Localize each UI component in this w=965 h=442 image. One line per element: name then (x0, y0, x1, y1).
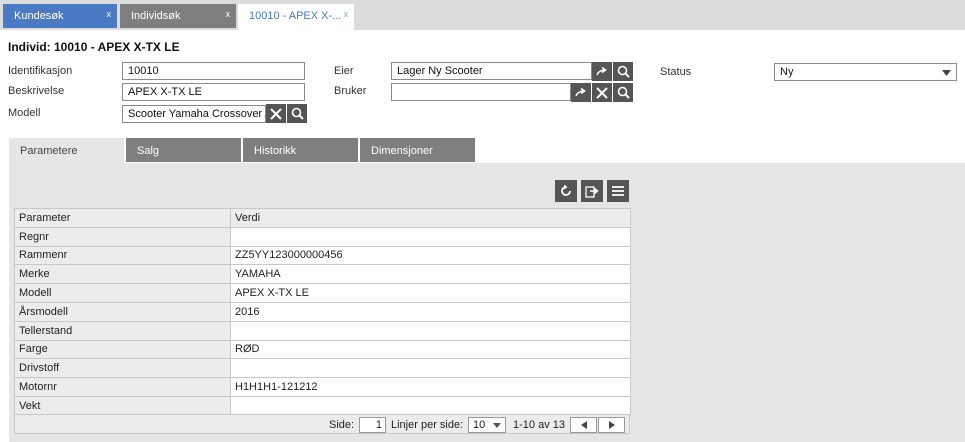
search-icon (617, 65, 630, 78)
identifikasjon-label: Identifikasjon (8, 65, 73, 77)
parameter-cell: Farge (14, 339, 231, 360)
tab-label: Kundesøk (14, 10, 64, 22)
table-row[interactable]: Årsmodell 2016 (14, 301, 631, 322)
parameter-cell: Rammenr (14, 245, 231, 266)
bruker-label: Bruker (334, 85, 367, 97)
eier-label: Eier (334, 65, 354, 77)
tab-parametere[interactable]: Parametere (9, 138, 124, 164)
close-icon (596, 86, 608, 99)
parameter-cell: Regnr (14, 226, 231, 247)
search-modell-button[interactable] (287, 104, 307, 123)
modell-field[interactable]: Scooter Yamaha Crossover A (122, 105, 266, 123)
parameter-table: Parameter Verdi Regnr Rammenr ZZ5YY123000… (14, 208, 631, 416)
arrow-right-icon (596, 66, 607, 75)
column-header-verdi[interactable]: Verdi (230, 208, 631, 228)
table-row[interactable]: Farge RØD (14, 339, 631, 360)
export-icon (585, 186, 599, 198)
value-cell[interactable]: H1H1H1-121212 (230, 377, 631, 397)
page-title: Individ: 10010 - APEX X-TX LE (8, 40, 180, 54)
eier-field[interactable]: Lager Ny Scooter (391, 62, 592, 80)
table-row[interactable]: Modell APEX X-TX LE (14, 283, 631, 303)
clear-bruker-button[interactable] (592, 83, 612, 102)
parameter-cell: Modell (14, 283, 231, 303)
status-select[interactable]: Ny (774, 63, 957, 81)
tab-individsok[interactable]: Individsøk x (120, 4, 236, 28)
page-number-input[interactable]: 1 (359, 417, 386, 433)
chevron-down-icon (493, 423, 501, 428)
status-value: Ny (780, 66, 794, 78)
value-cell[interactable] (230, 358, 631, 379)
chevron-left-icon (580, 421, 587, 429)
parameter-cell: Merke (14, 264, 231, 285)
table-row[interactable]: Rammenr ZZ5YY123000000456 (14, 245, 631, 266)
table-row[interactable]: Drivstoff (14, 358, 631, 379)
clear-modell-button[interactable] (266, 104, 286, 123)
beskrivelse-label: Beskrivelse (8, 85, 65, 97)
tab-salg[interactable]: Salg (126, 138, 241, 162)
parameter-cell: Tellerstand (14, 320, 231, 341)
value-cell[interactable] (230, 226, 631, 247)
search-icon (617, 86, 630, 99)
per-page-value: 10 (473, 419, 486, 431)
side-label: Side: (329, 419, 355, 431)
page-range: 1-10 av 13 (513, 419, 565, 431)
chevron-down-icon (942, 70, 951, 76)
close-icon[interactable]: x (107, 9, 112, 19)
value-cell[interactable]: YAMAHA (230, 264, 631, 285)
table-row[interactable]: Regnr (14, 226, 631, 247)
value-cell[interactable]: ZZ5YY123000000456 (230, 245, 631, 266)
per-page-label: Linjer per side: (391, 419, 464, 431)
table-row[interactable]: Merke YAMAHA (14, 264, 631, 285)
search-bruker-button[interactable] (613, 83, 633, 102)
next-page-button[interactable] (598, 417, 625, 433)
parameter-cell: Drivstoff (14, 358, 231, 379)
parameter-cell: Vekt (14, 395, 231, 416)
table-row[interactable]: Tellerstand (14, 320, 631, 341)
status-label: Status (660, 66, 692, 78)
tab-kundesok[interactable]: Kundesøk x (3, 4, 117, 28)
pager: Side: 1 Linjer per side: 10 1-10 av 13 (14, 414, 630, 434)
table-header-row: Parameter Verdi (14, 208, 631, 228)
value-cell[interactable]: APEX X-TX LE (230, 283, 631, 303)
tab-individ-10010[interactable]: 10010 - APEX X-... x (238, 4, 354, 30)
column-header-parameter[interactable]: Parameter (14, 208, 231, 228)
table-row[interactable]: Motornr H1H1H1-121212 (14, 377, 631, 397)
beskrivelse-field[interactable]: APEX X-TX LE (122, 83, 305, 101)
chevron-right-icon (608, 421, 615, 429)
tab-label: Individsøk (131, 10, 181, 22)
export-button[interactable] (581, 180, 603, 202)
per-page-select[interactable]: 10 (468, 417, 506, 433)
refresh-icon (561, 184, 571, 196)
close-icon[interactable]: x (344, 9, 349, 19)
parameter-cell: Motornr (14, 377, 231, 397)
value-cell[interactable] (230, 320, 631, 341)
value-cell[interactable] (230, 395, 631, 416)
search-eier-button[interactable] (613, 62, 633, 81)
arrow-right-icon (575, 87, 586, 96)
search-icon (291, 107, 304, 120)
menu-icon (612, 186, 624, 196)
refresh-button[interactable] (555, 180, 577, 202)
value-cell[interactable]: RØD (230, 339, 631, 360)
modell-label: Modell (8, 107, 41, 119)
close-icon[interactable]: x (226, 9, 231, 19)
goto-eier-button[interactable] (592, 62, 612, 81)
top-tab-strip: Kundesøk x Individsøk x 10010 - APEX X-.… (0, 0, 965, 30)
identifikasjon-field[interactable]: 10010 (122, 62, 305, 80)
bruker-field[interactable] (391, 83, 571, 101)
menu-button[interactable] (607, 180, 629, 202)
value-cell[interactable]: 2016 (230, 301, 631, 322)
tab-dimensjoner[interactable]: Dimensjoner (360, 138, 475, 162)
goto-bruker-button[interactable] (571, 83, 591, 102)
table-row[interactable]: Vekt (14, 395, 631, 416)
tab-historikk[interactable]: Historikk (243, 138, 358, 162)
tab-label: 10010 - APEX X-... (249, 10, 342, 22)
parameter-cell: Årsmodell (14, 301, 231, 322)
previous-page-button[interactable] (570, 417, 597, 433)
close-icon (270, 107, 282, 120)
